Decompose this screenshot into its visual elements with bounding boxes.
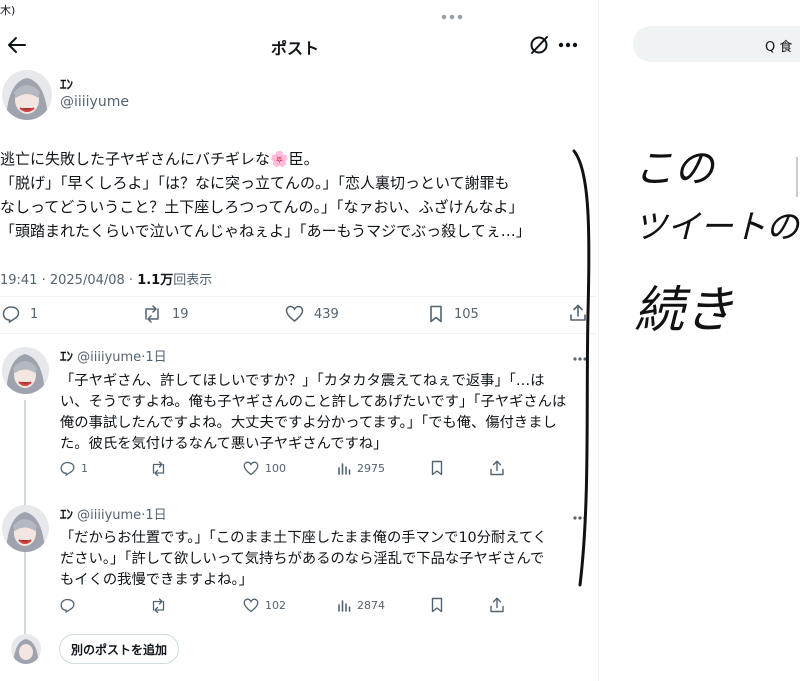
reply-line: た。彼氏を気付けるなんて悪い子ヤギさんですね」 [60,436,388,452]
reply-like-count: 102 [265,598,286,612]
bookmark-button[interactable]: 105 [428,304,479,324]
reply-reply-count: 1 [81,461,88,475]
reply-views-button[interactable]: 2975 [337,459,385,477]
annotation-line: この [634,146,714,192]
more-dots-icon [441,14,463,20]
reply-avatar[interactable] [2,347,49,394]
reply-age: ·1日 [141,350,167,365]
repost-count: 19 [172,306,189,322]
avatar-image-icon [11,634,41,664]
post-line: なしってどういうこと？土下座しろつってんの。」「なァおい、ふざけんなよ」 [0,198,524,216]
repost-icon [152,597,165,613]
reply-line: 「だからお仕置です。」「このまま土下座したまま俺の手マンで10分耐えてく [60,530,547,546]
reply-line: 「子ヤギさん、許してほしいですか？」「カタカタ震えてねぇで返事」「…は [60,373,545,389]
views-count: 1.1万 [137,273,174,288]
reply-reply-button[interactable] [60,596,81,614]
repost-icon [145,305,159,323]
repost-button[interactable]: 19 [142,304,189,324]
reply-header: ｴﾝ @iiiiyume·1日 [60,346,167,365]
reply-text: 「子ヤギさん、許してほしいですか？」「カタカタ震えてねぇで返事」「…は い、そう… [60,369,590,459]
bookmark-icon [430,305,442,323]
reply-bookmark-button[interactable] [430,460,444,476]
reply-line: ださい。」「許して欲しいって気持ちがあるのなら淫乱で下品な子ヤギさんで [60,551,545,567]
share-icon [490,597,504,613]
scroll-indicator [796,157,798,197]
search-fragment: Q 食 [765,40,793,55]
reply-icon [60,461,75,476]
heart-icon [243,461,259,475]
reply-like-button[interactable]: 102 [243,596,286,614]
reply-repost-button[interactable] [150,596,173,614]
grok-button[interactable] [528,34,550,56]
avatar-image-icon [2,505,49,552]
reply-author-name[interactable]: ｴﾝ [60,508,73,523]
author-handle[interactable]: @iiiiyume [60,94,129,110]
views-label: 回表示 [173,273,213,288]
avatar-image-icon [2,347,49,394]
reply-header: ｴﾝ @iiiiyume·1日 [60,504,167,523]
reply-author-name[interactable]: ｴﾝ [60,350,73,365]
reply-repost-button[interactable] [150,459,173,477]
reply-author-handle[interactable]: @iiiiyume [77,508,141,523]
post-line: 逃亡に失敗した子ヤギさんにバチギレな🌸臣。 [0,150,319,168]
grok-icon [530,36,548,54]
analytics-icon [338,600,351,612]
reply-like-count: 100 [265,461,286,475]
reply-icon [60,598,75,613]
add-post-button[interactable]: 別のポストを追加 [59,634,179,664]
post-panel: 木) ポスト ｴﾝ @iiiiyume 逃亡に失敗した子ヤギさんにバチギレな🌸臣… [0,0,598,681]
post-timestamp: 19:41 · 2025/04/08 · 1.1万回表示 [0,269,212,288]
reply-views-count: 2874 [357,598,385,612]
page-title: ポスト [270,39,319,58]
annotation-line: 続き [634,281,734,339]
share-icon [490,460,504,476]
bracket-annotation-icon [572,149,591,587]
reply-author-handle[interactable]: @iiiiyume [77,350,141,365]
like-button[interactable]: 439 [285,304,339,324]
compose-avatar [11,634,41,664]
heart-icon [243,598,259,612]
reply-views-button[interactable]: 2874 [337,596,385,614]
reply-bookmark-button[interactable] [430,597,444,613]
reply-share-button[interactable] [489,460,505,476]
reply-reply-button[interactable]: 1 [60,459,88,477]
reply-views-count: 2975 [357,461,385,475]
reply-avatar[interactable] [2,505,49,552]
avatar-image-icon [2,70,52,120]
reply-count: 1 [30,306,39,322]
window-handle[interactable] [440,6,464,20]
reply-share-button[interactable] [489,597,505,613]
like-count: 439 [314,306,339,322]
more-button[interactable] [557,38,579,52]
avatar[interactable] [2,70,52,120]
bookmark-icon [431,597,443,613]
reply-like-button[interactable]: 100 [243,459,286,477]
post-time[interactable]: 19:41 · 2025/04/08 · [0,273,137,288]
reply-age: ·1日 [141,508,167,523]
status-time-fragment: 木) [0,4,16,17]
divider [0,296,596,297]
post-line: 「頭踏まれたくらいで泣いてんじゃねぇよ」「あーもうマジでぶっ殺してぇ…」 [0,222,531,240]
reply-text: 「だからお仕置です。」「このまま土下座したまま俺の手マンで10分耐えてく ださい… [60,526,590,592]
reply-button[interactable]: 1 [2,304,38,324]
post-line: 「脱げ」「早くしろよ」「は？なに突っ立てんの。」「恋人裏切っといて謝罪も [0,174,510,192]
author-name[interactable]: ｴﾝ [60,74,73,93]
analytics-icon [338,463,351,475]
reply-line: もイくの我慢できますよね。」 [60,572,254,588]
repost-icon [152,460,165,476]
search-bar[interactable]: Q 食 [633,26,800,62]
reply-line: い、そうですよね。俺も子ヤギさんのこと許してあげたいです」「子ヤギさんは [60,394,567,410]
add-post-label: 別のポストを追加 [70,642,167,657]
annotation-line: ツイートの [634,207,799,246]
heart-icon [285,305,304,322]
post-text: 逃亡に失敗した子ヤギさんにバチギレな🌸臣。 「脱げ」「早くしろよ」「は？なに突っ… [0,148,590,248]
bookmark-count: 105 [454,306,479,322]
bookmark-icon [431,460,443,476]
reply-line: 俺の事試したんですよね。大丈夫ですよ分かってます。」「でも俺、傷付きまし [60,415,557,431]
divider [0,333,596,334]
more-horizontal-icon [558,42,578,48]
reply-icon [2,306,20,323]
